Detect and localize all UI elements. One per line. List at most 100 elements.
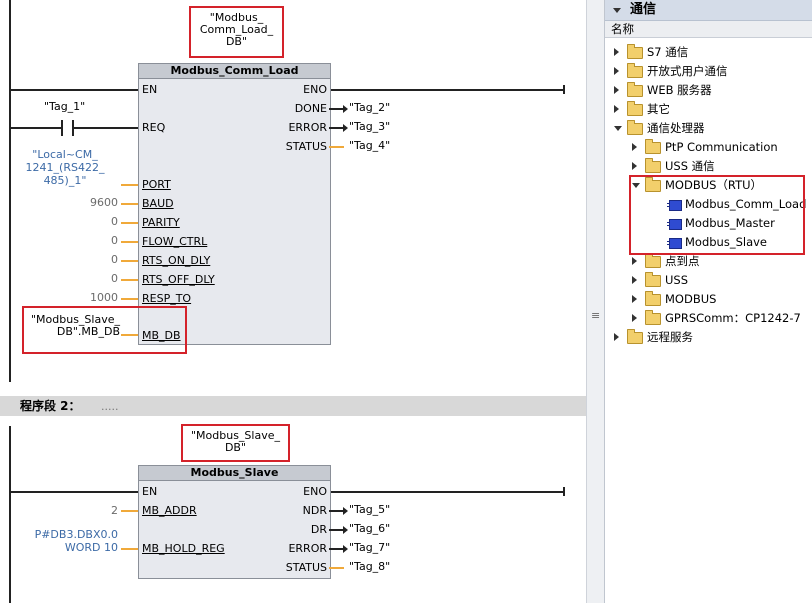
pin-resp-to: RESP_TO (142, 292, 192, 305)
resp-to-value[interactable]: 1000 (60, 292, 118, 304)
rts-off-dly-wire (121, 279, 138, 281)
expanded-arrow-icon[interactable] (614, 126, 622, 131)
error-wire-2 (329, 548, 344, 550)
pin-ndr: NDR (302, 504, 327, 517)
power-rail-left (9, 0, 11, 382)
mb-db-value[interactable]: "Modbus_Slave_ DB".MB_DB (24, 314, 120, 338)
rts-on-dly-value[interactable]: 0 (60, 254, 118, 266)
tree-item[interactable]: 远程服务 (605, 328, 812, 346)
pin-eno-2: ENO (303, 485, 327, 498)
pin-rts-on-dly: RTS_ON_DLY (142, 254, 211, 267)
splitter-grip-icon[interactable]: ≡ (591, 309, 600, 322)
tag-error-2[interactable]: "Tag_7" (349, 542, 390, 554)
function-block-modbus-slave[interactable]: Modbus_Slave EN ENO MB_ADDR NDR DR MB_HO… (138, 465, 331, 579)
tree-item-label: 远程服务 (647, 330, 693, 344)
panel-splitter[interactable]: ≡ (586, 0, 605, 603)
tree-item[interactable]: GPRSComm：CP1242-7 (605, 309, 812, 327)
tag-ndr[interactable]: "Tag_5" (349, 504, 390, 516)
eno-wire-2 (329, 491, 564, 493)
resp-to-wire (121, 298, 138, 300)
collapsed-arrow-icon[interactable] (632, 295, 637, 303)
folder-icon (645, 272, 661, 287)
collapsed-arrow-icon[interactable] (614, 333, 619, 341)
baud-wire (121, 203, 138, 205)
mb-addr-wire (121, 510, 138, 512)
instance-db-2-label[interactable]: "Modbus_Slave_ DB" (181, 430, 290, 454)
collapsed-arrow-icon[interactable] (614, 67, 619, 75)
wire-end (563, 85, 565, 94)
mb-db-wire (121, 334, 138, 336)
network-header[interactable]: 程序段 2： ..... (0, 396, 586, 416)
port-wire (121, 184, 138, 186)
collapsed-arrow-icon[interactable] (632, 162, 637, 170)
pin-parity: PARITY (142, 216, 180, 229)
tree-panel-header[interactable]: 通信 (605, 0, 812, 21)
collapse-section-icon[interactable] (613, 8, 621, 13)
tag-status[interactable]: "Tag_4" (349, 140, 390, 152)
modbus-rtu-highlight (629, 175, 805, 255)
status-wire (329, 146, 344, 148)
pin-mb-hold-reg: MB_HOLD_REG (142, 542, 225, 555)
collapsed-arrow-icon[interactable] (632, 257, 637, 265)
tag-status-2[interactable]: "Tag_8" (349, 561, 390, 573)
tree-item[interactable]: USS (605, 271, 812, 289)
collapsed-arrow-icon[interactable] (614, 105, 619, 113)
tree-item[interactable]: 其它 (605, 100, 812, 118)
eno-wire (329, 89, 564, 91)
pin-mb-addr: MB_ADDR (142, 504, 197, 517)
tree-item-label: WEB 服务器 (647, 83, 712, 97)
pin-done: DONE (294, 102, 327, 115)
hold-reg-value[interactable]: P#DB3.DBX0.0 WORD 10 (10, 528, 118, 554)
mb-addr-value[interactable]: 2 (60, 505, 118, 517)
ndr-wire (329, 510, 344, 512)
folder-icon (645, 291, 661, 306)
ladder-editor[interactable]: "Tag_1" "Modbus_ Comm_Load_ DB" Modbus_C… (0, 0, 586, 603)
instructions-tree-panel[interactable]: 通信 名称 S7 通信 开放式用户通信 WEB 服务器其它 通信处理器 PtP Comm… (604, 0, 812, 603)
pin-req: REQ (142, 121, 166, 134)
folder-icon (627, 44, 643, 59)
flow-ctrl-value[interactable]: 0 (60, 235, 118, 247)
collapsed-arrow-icon[interactable] (632, 314, 637, 322)
done-wire (329, 108, 344, 110)
rts-off-dly-value[interactable]: 0 (60, 273, 118, 285)
port-value[interactable]: "Local~CM_ 1241_(RS422_ 485)_1" (10, 148, 120, 187)
wire-end-2 (563, 487, 565, 496)
tree-item[interactable]: 通信处理器 (605, 119, 812, 137)
network-comment[interactable]: ..... (101, 399, 118, 415)
folder-icon (627, 329, 643, 344)
collapsed-arrow-icon[interactable] (632, 276, 637, 284)
folder-icon (645, 158, 661, 173)
tree-item[interactable]: USS 通信 (605, 157, 812, 175)
tree-item[interactable]: WEB 服务器 (605, 81, 812, 99)
tree-item[interactable]: MODBUS (605, 290, 812, 308)
contact-tag[interactable]: "Tag_1" (44, 101, 85, 113)
pin-dr: DR (310, 523, 327, 536)
tag-dr[interactable]: "Tag_6" (349, 523, 390, 535)
folder-icon (627, 101, 643, 116)
hold-reg-wire (121, 548, 138, 550)
tree-item[interactable]: PtP Communication (605, 138, 812, 156)
tree-item[interactable]: 开放式用户通信 (605, 62, 812, 80)
tag-error[interactable]: "Tag_3" (349, 121, 390, 133)
flow-ctrl-wire (121, 241, 138, 243)
output-arrow (343, 105, 348, 113)
tree-panel-title: 通信 (630, 2, 657, 17)
tree-column-header[interactable]: 名称 (605, 21, 812, 38)
output-arrow (343, 507, 348, 515)
instance-db-label[interactable]: "Modbus_ Comm_Load_ DB" (189, 12, 284, 48)
req-wire-left (11, 127, 61, 129)
block-title: Modbus_Comm_Load (139, 64, 330, 79)
tree-item[interactable]: S7 通信 (605, 43, 812, 61)
collapsed-arrow-icon[interactable] (614, 48, 619, 56)
folder-icon (627, 82, 643, 97)
tree-item-label: PtP Communication (665, 140, 778, 154)
function-block-modbus-comm-load[interactable]: Modbus_Comm_Load EN ENO DONE REQ ERROR S… (138, 63, 331, 345)
collapsed-arrow-icon[interactable] (632, 143, 637, 151)
output-arrow (343, 124, 348, 132)
tree-item-label: USS 通信 (665, 159, 715, 173)
tag-done[interactable]: "Tag_2" (349, 102, 390, 114)
error-wire (329, 127, 344, 129)
collapsed-arrow-icon[interactable] (614, 86, 619, 94)
baud-value[interactable]: 9600 (60, 197, 118, 209)
parity-value[interactable]: 0 (60, 216, 118, 228)
